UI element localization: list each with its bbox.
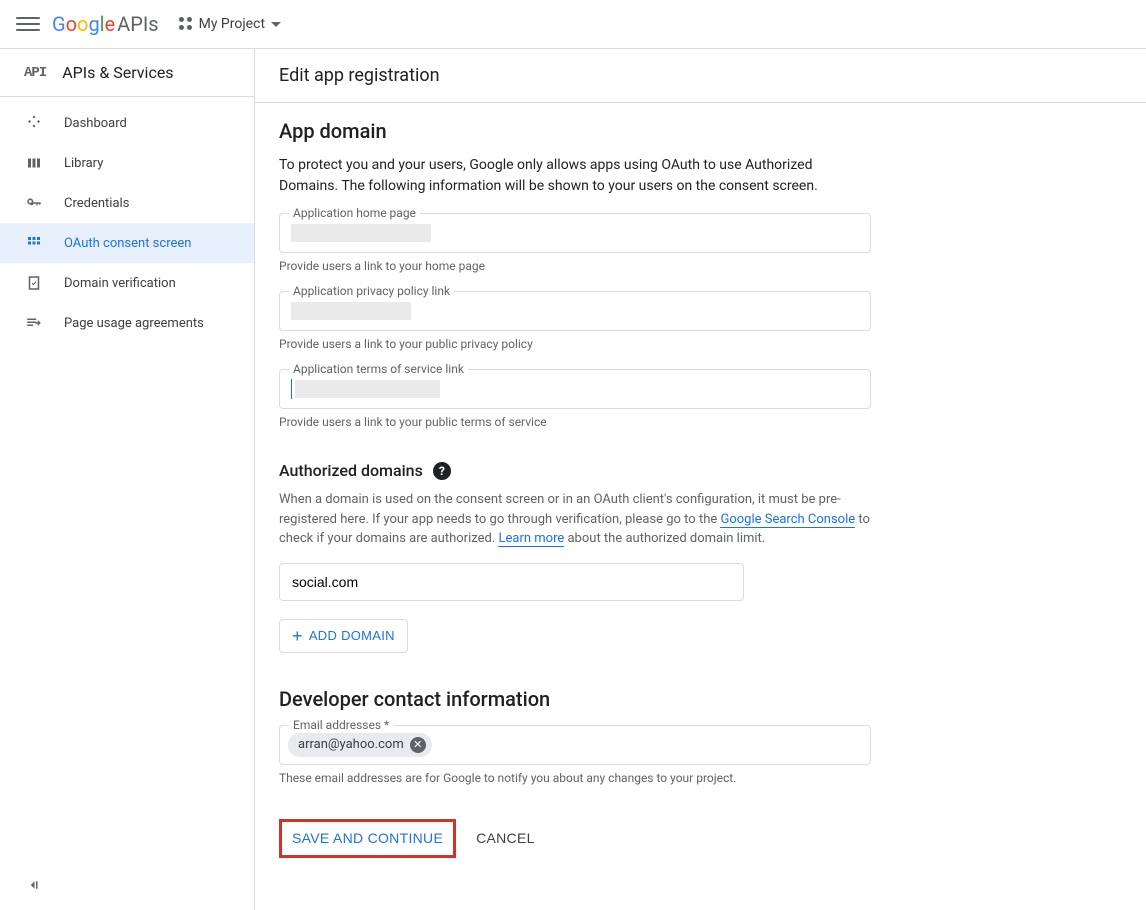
sidebar-header: API APIs & Services — [0, 49, 254, 97]
redacted-value — [291, 302, 411, 320]
collapse-sidebar-button[interactable] — [24, 876, 42, 898]
redacted-value — [291, 224, 431, 242]
google-apis-logo[interactable]: Google APIs — [52, 12, 159, 36]
project-dots-icon — [179, 17, 193, 31]
sidebar-item-dashboard[interactable]: Dashboard — [0, 103, 254, 143]
sidebar-item-domain-verification[interactable]: Domain verification — [0, 263, 254, 303]
remove-chip-icon[interactable]: ✕ — [410, 737, 426, 753]
save-and-continue-highlight: SAVE AND CONTINUE — [279, 819, 456, 858]
sidebar-title: APIs & Services — [62, 63, 173, 82]
sidebar-item-label: Credentials — [64, 196, 129, 211]
email-addresses-label: Email addresses * — [289, 718, 393, 732]
sidebar-item-page-usage-agreements[interactable]: Page usage agreements — [0, 303, 254, 343]
main-content: Edit app registration App domain To prot… — [255, 49, 1146, 910]
email-chip: arran@yahoo.com ✕ — [288, 733, 432, 757]
developer-contact-heading: Developer contact information — [279, 687, 871, 711]
plus-icon: + — [292, 627, 303, 645]
tos-helper: Provide users a link to your public term… — [279, 415, 871, 429]
authorized-domain-input[interactable] — [279, 563, 744, 601]
email-helper: These email addresses are for Google to … — [279, 771, 871, 785]
page-title: Edit app registration — [279, 65, 1122, 86]
sidebar-item-label: Domain verification — [64, 276, 176, 291]
add-domain-button[interactable]: + ADD DOMAIN — [279, 619, 408, 653]
sidebar-item-label: Library — [64, 156, 103, 171]
project-selector[interactable]: My Project — [179, 16, 281, 32]
cancel-button[interactable]: CANCEL — [476, 830, 535, 846]
library-icon — [24, 153, 44, 173]
project-name: My Project — [199, 16, 265, 32]
dashboard-icon — [24, 113, 44, 133]
help-icon[interactable]: ? — [433, 462, 451, 480]
sidebar: API APIs & Services Dashboard Library Cr… — [0, 49, 255, 910]
tos-label: Application terms of service link — [289, 362, 468, 376]
learn-more-link[interactable]: Learn more — [498, 531, 564, 547]
apis-label: APIs — [117, 12, 158, 36]
sidebar-item-library[interactable]: Library — [0, 143, 254, 183]
add-domain-label: ADD DOMAIN — [309, 628, 395, 643]
home-page-helper: Provide users a link to your home page — [279, 259, 871, 273]
verified-icon — [24, 273, 44, 293]
sidebar-item-label: Page usage agreements — [64, 316, 204, 331]
text-cursor — [291, 379, 292, 399]
sidebar-item-label: OAuth consent screen — [64, 236, 191, 251]
app-domain-heading: App domain — [279, 119, 871, 143]
app-domain-description: To protect you and your users, Google on… — [279, 155, 871, 197]
key-icon — [24, 193, 44, 213]
email-chip-text: arran@yahoo.com — [298, 737, 404, 752]
sidebar-item-oauth-consent-screen[interactable]: OAuth consent screen — [0, 223, 254, 263]
authorized-domains-description: When a domain is used on the consent scr… — [279, 490, 871, 549]
sidebar-item-label: Dashboard — [64, 116, 127, 131]
authorized-domains-heading: Authorized domains — [279, 461, 423, 480]
agreements-icon — [24, 313, 44, 333]
top-bar: Google APIs My Project — [0, 0, 1146, 49]
privacy-label: Application privacy policy link — [289, 284, 454, 298]
sidebar-item-credentials[interactable]: Credentials — [0, 183, 254, 223]
hamburger-menu-icon[interactable] — [16, 12, 40, 36]
save-and-continue-button[interactable]: SAVE AND CONTINUE — [292, 830, 443, 846]
privacy-helper: Provide users a link to your public priv… — [279, 337, 871, 351]
redacted-value — [295, 380, 440, 398]
home-page-label: Application home page — [289, 206, 420, 220]
consent-icon — [24, 233, 44, 253]
google-search-console-link[interactable]: Google Search Console — [720, 512, 855, 528]
chevron-down-icon — [271, 22, 281, 27]
api-icon: API — [24, 65, 46, 81]
